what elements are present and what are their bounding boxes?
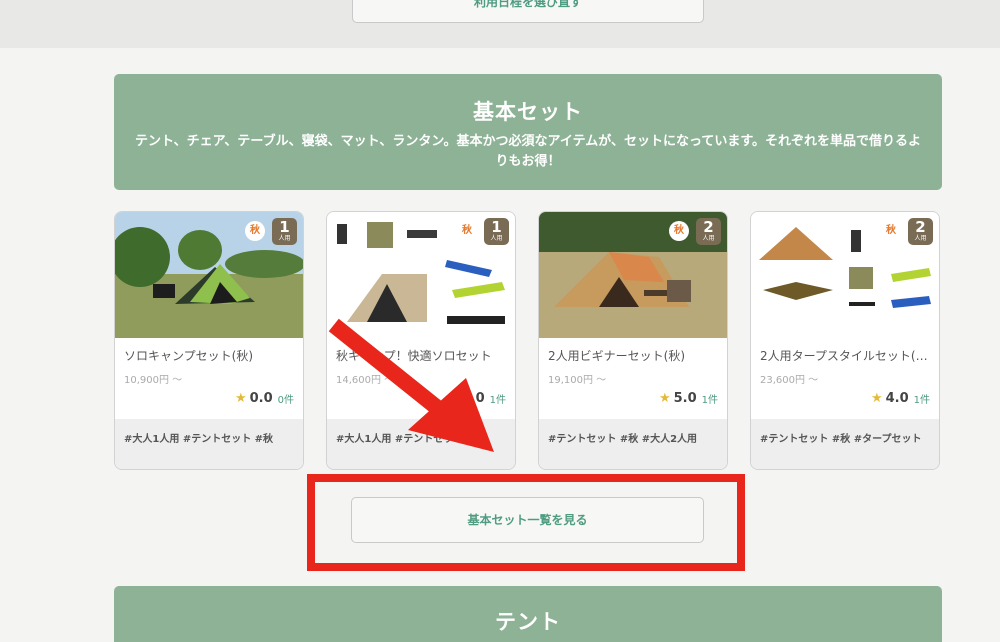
season-badge: 秋 (245, 221, 265, 241)
review-count[interactable]: 1件 (702, 391, 718, 406)
product-price: 23,600円 〜 (760, 375, 819, 386)
people-badge: 1 人用 (272, 218, 297, 245)
people-badge: 2 人用 (696, 218, 721, 245)
star-icon: ★ (658, 391, 671, 406)
section-title: テント (495, 610, 561, 634)
people-badge: 1 人用 (484, 218, 509, 245)
section-description: テント、チェア、テーブル、寝袋、マット、ランタン。基本かつ必須なアイテムが、セッ… (134, 134, 922, 169)
product-rating: ★ 4.0 1件 (446, 391, 506, 406)
review-count[interactable]: 1件 (914, 391, 930, 406)
product-name[interactable]: ソロキャンプセット(秋) (124, 347, 294, 364)
product-image: 秋 1 人用 (115, 212, 303, 338)
view-all-basic-sets-button[interactable]: 基本セット一覧を見る (351, 497, 704, 543)
review-count[interactable]: 1件 (490, 391, 506, 406)
previous-section-band: 利用日程を選び直す (0, 0, 1000, 48)
product-rating: ★ 5.0 1件 (658, 391, 718, 406)
star-icon: ★ (234, 391, 247, 406)
review-count[interactable]: 0件 (278, 391, 294, 406)
product-image: 秋 2 人用 (751, 212, 939, 338)
season-badge: 秋 (669, 221, 689, 241)
product-name[interactable]: 2人用タープスタイルセット(秋) (760, 347, 930, 364)
tent-banner: テント (114, 586, 942, 642)
product-name[interactable]: 2人用ビギナーセット(秋) (548, 347, 718, 364)
product-tags: #テントセット #秋 #大人2人用 (539, 419, 727, 469)
product-rating: ★ 4.0 1件 (870, 391, 930, 406)
reselect-dates-button[interactable]: 利用日程を選び直す (352, 0, 704, 23)
product-card[interactable]: 秋 1 人用 ソロキャンプセット(秋) 10,900円 〜 ★ 0.0 0件 #大… (114, 211, 304, 470)
product-image: 秋 2 人用 (539, 212, 727, 338)
section-title: 基本セット (473, 100, 583, 124)
basic-set-banner: 基本セット テント、チェア、テーブル、寝袋、マット、ランタン。基本かつ必須なアイ… (114, 74, 942, 190)
star-icon: ★ (870, 391, 883, 406)
product-tags: #大人1人用 #テントセット #秋 (115, 419, 303, 469)
product-tags: #大人1人用 #テントセット #秋 (327, 419, 515, 469)
product-tags: #テントセット #秋 #タープセット (751, 419, 939, 469)
product-price: 10,900円 〜 (124, 375, 183, 386)
product-image: 秋 1 人用 (327, 212, 515, 338)
star-icon: ★ (446, 391, 459, 406)
product-price: 19,100円 〜 (548, 375, 607, 386)
season-badge: 秋 (457, 221, 477, 241)
people-badge: 2 人用 (908, 218, 933, 245)
product-card[interactable]: 秋 2 人用 2人用ビギナーセット(秋) 19,100円 〜 ★ 5.0 1件 #… (538, 211, 728, 470)
product-price: 14,600円 〜 (336, 375, 395, 386)
product-rating: ★ 0.0 0件 (234, 391, 294, 406)
product-card[interactable]: 秋 1 人用 秋キャンプ！快適ソロセット 14,600円 〜 ★ 4.0 1件 #… (326, 211, 516, 470)
season-badge: 秋 (881, 221, 901, 241)
product-card[interactable]: 秋 2 人用 2人用タープスタイルセット(秋) 23,600円 〜 ★ 4.0 1… (750, 211, 940, 470)
product-name[interactable]: 秋キャンプ！快適ソロセット (336, 347, 506, 364)
